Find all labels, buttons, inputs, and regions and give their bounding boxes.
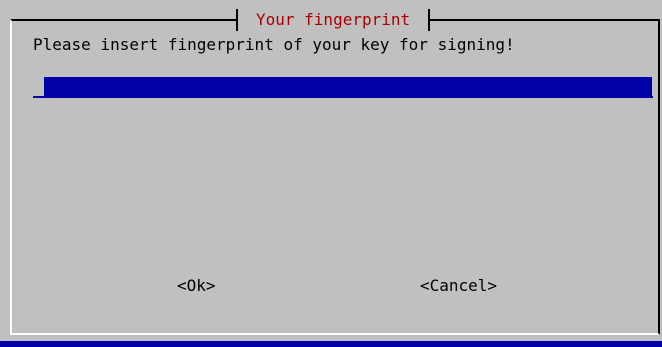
fingerprint-input[interactable] — [44, 77, 652, 97]
fingerprint-dialog: Your fingerprint Please insert fingerpri… — [0, 0, 662, 341]
cancel-button[interactable]: <Cancel> — [420, 275, 497, 297]
dialog-prompt: Please insert fingerprint of your key fo… — [33, 35, 515, 54]
dialog-title: Your fingerprint — [236, 9, 431, 31]
dialog-frame — [10, 19, 660, 335]
ok-button[interactable]: <Ok> — [177, 275, 216, 297]
terminal-screen: Your fingerprint Please insert fingerpri… — [0, 0, 662, 347]
